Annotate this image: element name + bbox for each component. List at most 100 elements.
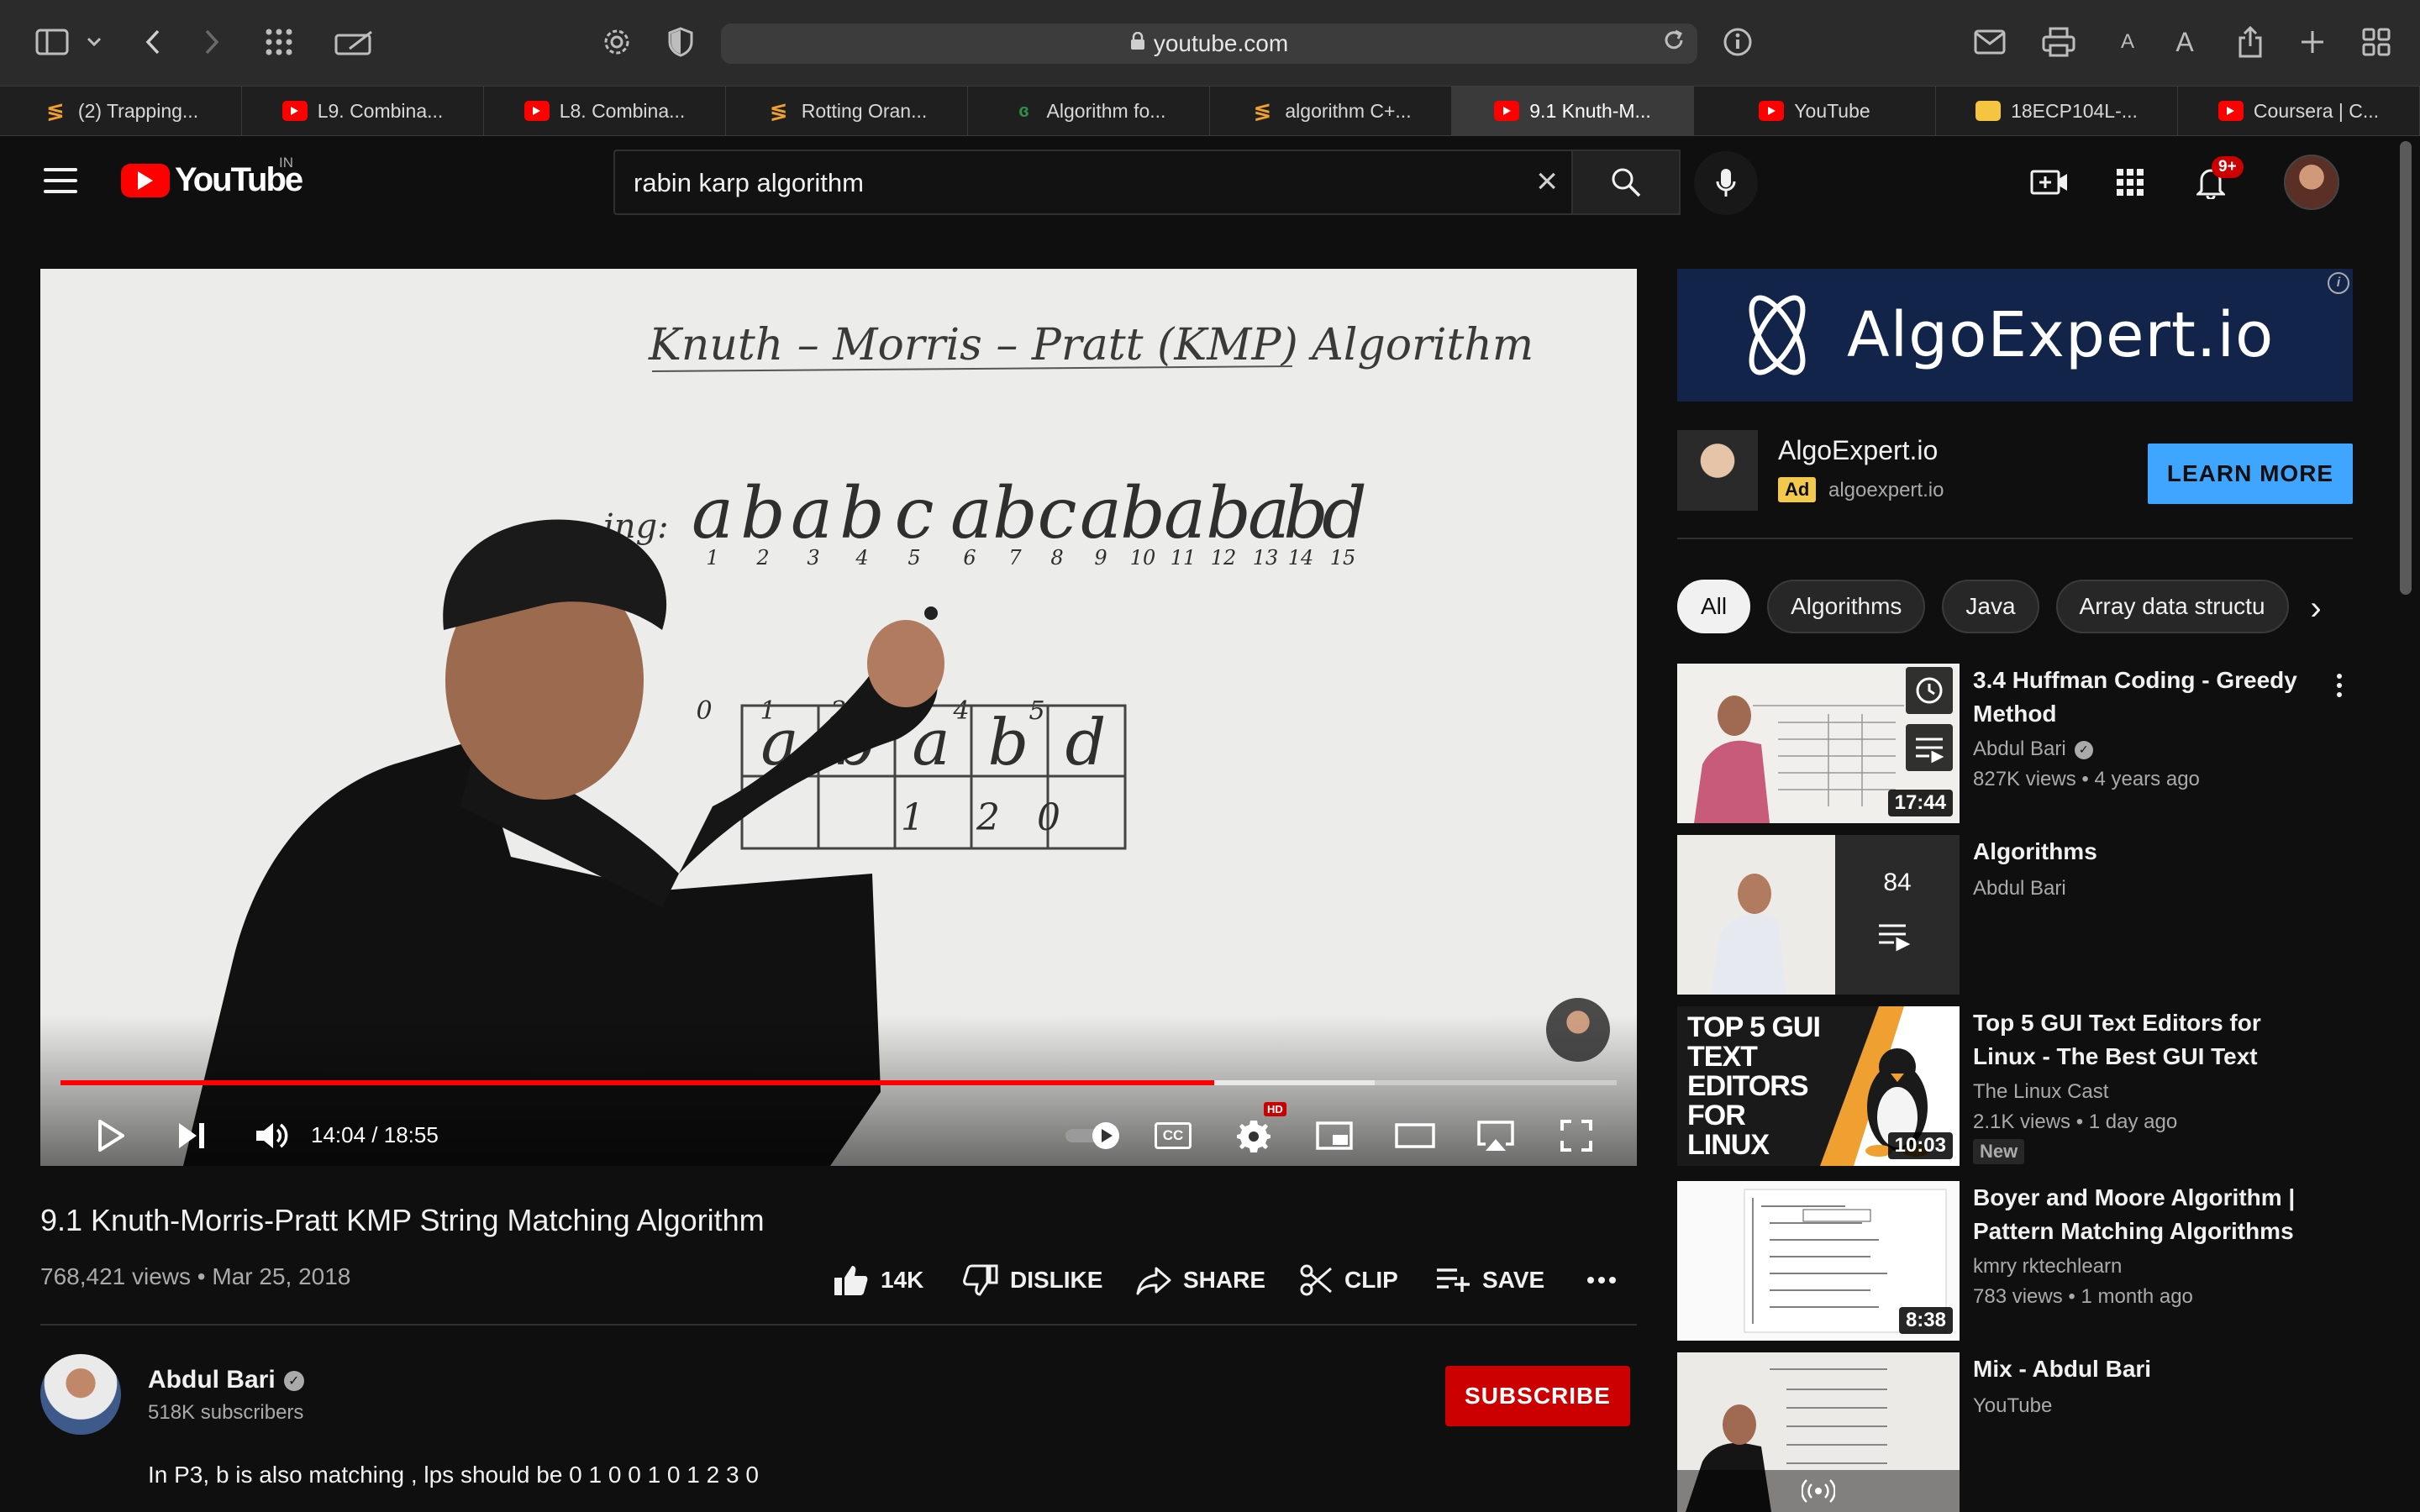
mail-icon[interactable]: [1970, 22, 2010, 62]
text-smaller-button[interactable]: A: [2107, 22, 2148, 62]
channel-avatar[interactable]: [40, 1354, 121, 1435]
fullscreen-button[interactable]: [1549, 1109, 1603, 1163]
chip-array-data-structure[interactable]: Array data structu: [2055, 580, 2289, 633]
ad-banner[interactable]: AlgoExpert.io: [1677, 269, 2353, 402]
volume-icon: [256, 1123, 288, 1148]
rec-channel[interactable]: kmry rktechlearn: [1973, 1255, 2122, 1278]
browser-tab[interactable]: ɞ Algorithm fo...: [968, 87, 1210, 135]
more-actions-button[interactable]: [1586, 1257, 1628, 1304]
youtube-logo[interactable]: YouTube IN: [121, 155, 303, 199]
rec-title[interactable]: Boyer and Moore Algorithm | Pattern Matc…: [1973, 1181, 2326, 1248]
recommendation-item[interactable]: TOP 5 GUI TEXT EDITORS FOR LINUX 10:03 T…: [1677, 1006, 2353, 1166]
sidebar-toggle-icon[interactable]: [32, 22, 72, 62]
chips-next-chevron-icon[interactable]: ›: [2292, 585, 2339, 632]
playlist-add-icon: [1437, 1268, 1470, 1292]
recommendation-mix[interactable]: Mix - Abdul Bari YouTube: [1677, 1352, 2353, 1512]
play-button[interactable]: [84, 1109, 138, 1163]
create-video-icon[interactable]: [2028, 161, 2070, 203]
recommendation-item[interactable]: 8:38 Boyer and Moore Algorithm | Pattern…: [1677, 1181, 2353, 1341]
miniplayer-button[interactable]: [1307, 1109, 1361, 1163]
advertiser-avatar[interactable]: [1677, 430, 1758, 511]
video-thumbnail[interactable]: TOP 5 GUI TEXT EDITORS FOR LINUX 10:03: [1677, 1006, 1960, 1166]
playlist-thumbnail[interactable]: 84: [1677, 835, 1960, 995]
chevron-down-icon[interactable]: [77, 22, 111, 62]
board-pattern-index: 5: [1028, 696, 1044, 726]
settings-button[interactable]: [1227, 1109, 1281, 1163]
volume-button[interactable]: [245, 1109, 299, 1163]
skip-next-icon: [179, 1123, 204, 1148]
video-progress-bar[interactable]: [60, 1080, 1617, 1085]
browser-tab[interactable]: Coursera | C...: [2178, 87, 2420, 135]
info-icon[interactable]: [1718, 22, 1758, 62]
learn-more-button[interactable]: LEARN MORE: [2148, 444, 2353, 504]
rec-title[interactable]: Algorithms: [1973, 835, 2326, 869]
rec-title[interactable]: Mix - Abdul Bari: [1973, 1352, 2326, 1386]
chip-java[interactable]: Java: [1942, 580, 2039, 633]
rec-channel[interactable]: The Linux Cast: [1973, 1080, 2108, 1104]
forward-icon[interactable]: [192, 22, 232, 62]
channel-watermark[interactable]: [1546, 998, 1610, 1062]
board-string-index: 14: [1288, 546, 1314, 570]
video-thumbnail[interactable]: 17:44: [1677, 664, 1960, 823]
like-button[interactable]: 14K: [834, 1257, 923, 1304]
reload-icon[interactable]: [1662, 29, 1686, 59]
more-vertical-icon[interactable]: [2326, 669, 2353, 702]
airplay-button[interactable]: [1469, 1109, 1523, 1163]
subscribe-button[interactable]: SUBSCRIBE: [1445, 1366, 1630, 1426]
search-input[interactable]: rabin karp algorithm ×: [613, 150, 1573, 215]
print-icon[interactable]: [2039, 22, 2079, 62]
browser-tab[interactable]: L8. Combina...: [484, 87, 726, 135]
chip-algorithms[interactable]: Algorithms: [1767, 580, 1926, 633]
browser-tab[interactable]: 18ECP104L-...: [1936, 87, 2178, 135]
save-button[interactable]: SAVE: [1435, 1257, 1544, 1304]
rec-title[interactable]: 3.4 Huffman Coding - Greedy Method: [1973, 664, 2326, 731]
text-larger-button[interactable]: A: [2165, 22, 2205, 62]
browser-tab[interactable]: ≶ (2) Trapping...: [0, 87, 242, 135]
dislike-button[interactable]: DISLIKE: [963, 1257, 1102, 1304]
chip-all[interactable]: All: [1677, 580, 1751, 633]
search-button[interactable]: [1573, 150, 1681, 215]
mix-thumbnail[interactable]: [1677, 1352, 1960, 1512]
tab-label: YouTube: [1794, 99, 1870, 122]
menu-icon[interactable]: [44, 168, 77, 193]
browser-tab[interactable]: L9. Combina...: [242, 87, 484, 135]
account-avatar[interactable]: [2284, 155, 2339, 210]
rec-title[interactable]: Top 5 GUI Text Editors for Linux - The B…: [1973, 1006, 2326, 1074]
address-bar[interactable]: youtube.com: [721, 24, 1697, 64]
microphone-icon: [1716, 169, 1736, 197]
recommendation-item[interactable]: 17:44 3.4 Huffman Coding - Greedy Method…: [1677, 664, 2353, 823]
new-tab-plus-icon[interactable]: [2292, 22, 2333, 62]
next-video-button[interactable]: [165, 1109, 218, 1163]
tab-overview-icon[interactable]: [2356, 22, 2396, 62]
browser-tab[interactable]: ≶ algorithm C+...: [1210, 87, 1452, 135]
back-icon[interactable]: [133, 22, 173, 62]
page-scrollbar[interactable]: [2400, 141, 2412, 595]
browser-tab-active[interactable]: 9.1 Knuth-M...: [1452, 87, 1694, 135]
share-button[interactable]: SHARE: [1136, 1257, 1265, 1304]
ad-domain: algoexpert.io: [1828, 479, 1944, 501]
video-thumbnail[interactable]: 8:38: [1677, 1181, 1960, 1341]
captions-button[interactable]: CC: [1146, 1109, 1200, 1163]
clip-button[interactable]: CLIP: [1299, 1257, 1398, 1304]
rec-channel[interactable]: Abdul Bari: [1973, 877, 2066, 900]
ad-title[interactable]: AlgoExpert.io: [1778, 435, 1938, 466]
voice-search-button[interactable]: [1694, 151, 1758, 215]
browser-tab[interactable]: ≶ Rotting Oran...: [726, 87, 968, 135]
autoplay-toggle[interactable]: [1059, 1109, 1129, 1163]
ad-info-icon[interactable]: i: [2328, 272, 2349, 294]
privacy-shield-icon[interactable]: [660, 22, 701, 62]
rec-channel[interactable]: YouTube: [1973, 1394, 2052, 1418]
recommendation-playlist[interactable]: 84 Algorithms Abdul Bari: [1677, 835, 2353, 995]
theater-mode-button[interactable]: [1388, 1109, 1442, 1163]
verified-check-icon: ✓: [2074, 740, 2093, 759]
clear-search-icon[interactable]: ×: [1536, 161, 1558, 202]
browser-tab[interactable]: YouTube: [1694, 87, 1936, 135]
channel-name-link[interactable]: Abdul Bari ✓: [148, 1366, 304, 1394]
annotate-icon[interactable]: [331, 22, 378, 62]
share-icon[interactable]: [2230, 22, 2270, 62]
rec-channel[interactable]: Abdul Bari ✓: [1973, 738, 2093, 761]
video-player[interactable]: Knuth – Morris – Pratt (KMP) Algorithm i…: [40, 269, 1637, 1166]
grid-apps-icon[interactable]: [259, 22, 299, 62]
settings-gear-icon[interactable]: [597, 22, 637, 62]
apps-grid-icon[interactable]: [2109, 161, 2151, 203]
